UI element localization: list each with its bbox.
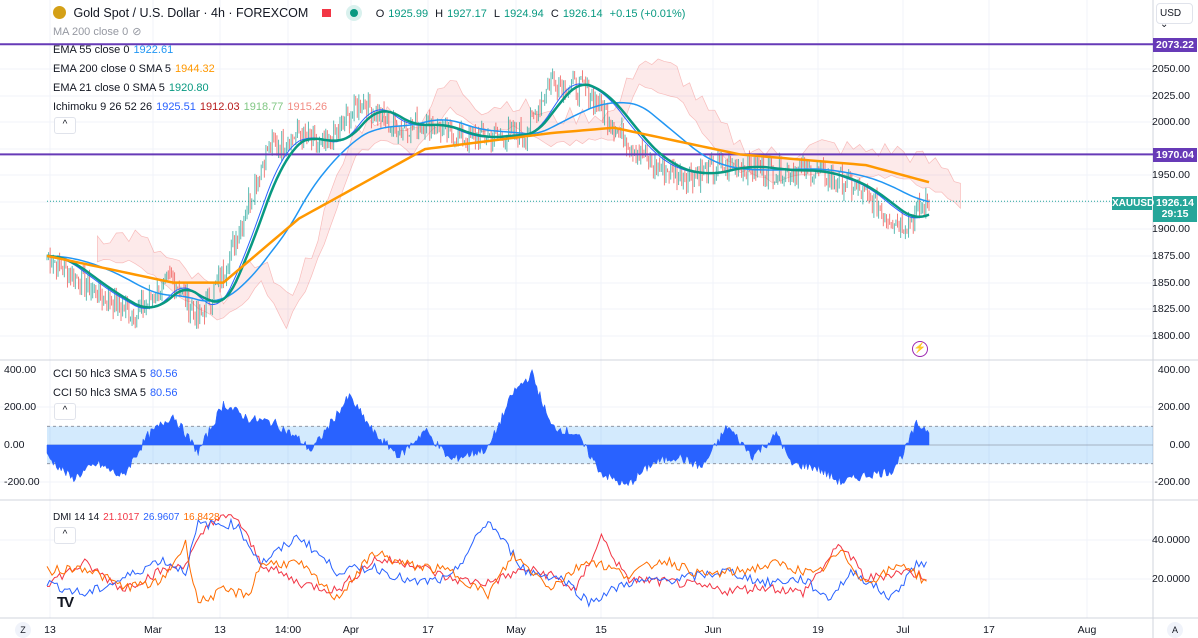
high-label: H xyxy=(435,8,444,20)
ema200-line xyxy=(46,126,930,284)
ema21-legend[interactable]: EMA 21 close 0 SMA 5 1920.80 xyxy=(53,82,213,94)
tradingview-logo[interactable]: TV xyxy=(57,594,74,611)
ichimoku-conversion: 1925.51 xyxy=(156,101,196,113)
adx-value: 16.8428 xyxy=(183,512,220,523)
time-axis-label: 17 xyxy=(983,624,995,636)
symbol-title[interactable]: Gold Spot / U.S. Dollar · 4h · FOREXCOM xyxy=(73,6,308,20)
cci-axis-label: 200.00 xyxy=(1157,401,1190,413)
time-axis-label: May xyxy=(506,624,526,636)
time-axis-label: Aug xyxy=(1077,624,1097,636)
dmi-minus-value: 26.9607 xyxy=(143,512,180,523)
time-axis-label: 13 xyxy=(214,624,226,636)
ichimoku-label: Ichimoku 9 26 52 26 xyxy=(53,101,153,113)
chart-canvas[interactable] xyxy=(0,0,1198,638)
ema55-label: EMA 55 close 0 xyxy=(53,44,130,56)
cci2-legend[interactable]: CCI 50 hlc3 SMA 5 80.56 xyxy=(53,387,181,399)
price-axis-label: 1900.00 xyxy=(1152,223,1190,235)
flag-icon[interactable] xyxy=(321,9,331,17)
cci2-label: CCI 50 hlc3 SMA 5 xyxy=(53,387,146,399)
time-axis-label: Jun xyxy=(704,624,722,636)
cci1-label: CCI 50 hlc3 SMA 5 xyxy=(53,368,146,380)
cci1-value: 80.56 xyxy=(149,368,178,380)
dmi-axis-label: 20.0000 xyxy=(1152,573,1190,585)
time-axis-label: Mar xyxy=(143,624,163,636)
cci-axis-label-left: 0.00 xyxy=(4,439,25,451)
symbol-header: Gold Spot / U.S. Dollar · 4h · FOREXCOM … xyxy=(53,6,693,20)
price-axis-label: 1800.00 xyxy=(1152,330,1190,342)
collapse-legend-button[interactable]: ^ xyxy=(54,117,76,134)
time-axis-label: Jul xyxy=(896,624,910,636)
adx-line xyxy=(46,539,927,604)
low-label: L xyxy=(493,8,501,20)
ichimoku-span-a: 1918.77 xyxy=(243,101,284,113)
cci2-value: 80.56 xyxy=(149,387,178,399)
ema21-value: 1920.80 xyxy=(168,82,209,94)
auto-scale-button[interactable]: A xyxy=(1167,622,1183,638)
market-status-icon[interactable] xyxy=(350,9,359,17)
dmi-legend[interactable]: DMI 14 14 21.1017 26.9607 16.8428 xyxy=(53,512,224,523)
time-axis-label: 14:00 xyxy=(274,624,302,636)
ichimoku-cloud xyxy=(97,58,961,330)
currency-select[interactable]: USD ⌄ xyxy=(1156,3,1193,30)
open-value: 1925.99 xyxy=(388,8,429,20)
ichimoku-span-b: 1915.26 xyxy=(287,101,328,113)
time-axis-label: 13 xyxy=(44,624,56,636)
high-value: 1927.17 xyxy=(447,8,487,20)
dmi-minus-line xyxy=(46,517,927,608)
price-axis-label: 1950.00 xyxy=(1152,169,1190,181)
gold-logo-icon xyxy=(53,6,66,19)
reset-zoom-button[interactable]: Z xyxy=(15,622,31,638)
cci-axis-label-left: -200.00 xyxy=(4,476,40,488)
cci-axis-label: 0.00 xyxy=(1169,439,1190,451)
collapse-cci-button[interactable]: ^ xyxy=(54,403,76,420)
ema200-label: EMA 200 close 0 SMA 5 xyxy=(53,63,172,75)
ichimoku-legend[interactable]: Ichimoku 9 26 52 26 1925.51 1912.03 1918.77… xyxy=(53,101,331,113)
price-axis-label: 1825.00 xyxy=(1152,303,1190,315)
currency-value: USD xyxy=(1160,8,1182,19)
hidden-eye-icon[interactable]: ⊘ xyxy=(132,26,141,38)
upper-hline-label: 2073.22 xyxy=(1153,38,1197,52)
lightning-icon[interactable]: ⚡ xyxy=(912,341,928,357)
ichimoku-base: 1912.03 xyxy=(199,101,240,113)
price-axis-label: 2000.00 xyxy=(1152,116,1190,128)
ema55-value: 1922.61 xyxy=(133,44,174,56)
ema200-legend[interactable]: EMA 200 close 0 SMA 5 1944.32 xyxy=(53,63,219,75)
ema55-legend[interactable]: EMA 55 close 0 1922.61 xyxy=(53,44,177,56)
ema21-label: EMA 21 close 0 SMA 5 xyxy=(53,82,165,94)
price-axis-label: 2050.00 xyxy=(1152,63,1190,75)
cci1-legend[interactable]: CCI 50 hlc3 SMA 5 80.56 xyxy=(53,368,181,380)
symbol-tag: XAUUSD xyxy=(1112,197,1155,210)
open-label: O xyxy=(375,8,385,20)
close-label: C xyxy=(550,8,559,20)
time-axis-label: 15 xyxy=(595,624,607,636)
ema200-value: 1944.32 xyxy=(175,63,215,75)
dmi-axis-label: 40.0000 xyxy=(1152,534,1190,546)
cci-axis-label-left: 200.00 xyxy=(4,401,37,413)
cci-axis-label: 400.00 xyxy=(1157,364,1190,376)
price-axis-label: 2025.00 xyxy=(1152,90,1190,102)
change-value: +0.15 (+0.01%) xyxy=(609,8,686,20)
price-axis-label: 1875.00 xyxy=(1152,250,1190,262)
ma-label: MA 200 close 0 xyxy=(53,26,129,38)
cci-axis-label-left: 400.00 xyxy=(4,364,37,376)
lower-hline-label: 1970.04 xyxy=(1153,148,1197,162)
price-axis-label: 1850.00 xyxy=(1152,277,1190,289)
last-price-label: 1926.14 29:15 xyxy=(1153,196,1197,222)
ma-legend[interactable]: MA 200 close 0 ⊘ xyxy=(53,25,145,38)
dmi-label: DMI 14 14 xyxy=(53,512,100,523)
time-axis-label: 19 xyxy=(812,624,824,636)
cci-axis-label: -200.00 xyxy=(1154,476,1190,488)
dmi-plus-value: 21.1017 xyxy=(103,512,140,523)
low-value: 1924.94 xyxy=(504,8,544,20)
bar-countdown: 29:15 xyxy=(1161,208,1189,220)
chevron-down-icon: ⌄ xyxy=(1160,19,1169,30)
time-axis-label: 17 xyxy=(422,624,434,636)
collapse-dmi-button[interactable]: ^ xyxy=(54,527,76,544)
time-axis-label: Apr xyxy=(342,624,360,636)
close-value: 1926.14 xyxy=(562,8,603,20)
